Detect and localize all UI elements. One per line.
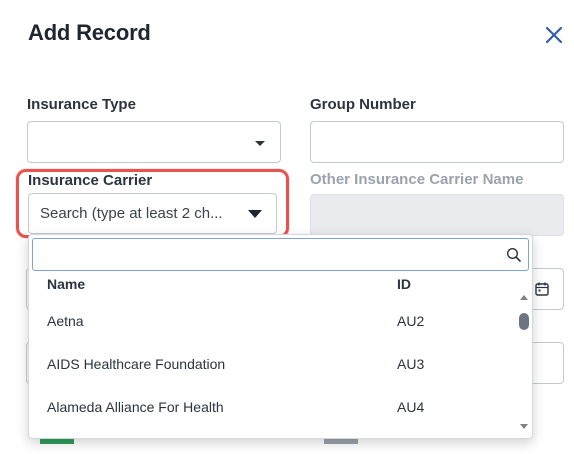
close-button[interactable] [541, 22, 567, 48]
dropdown-search-input[interactable] [32, 238, 529, 271]
insurance-type-select[interactable] [27, 121, 281, 163]
item-name: Aetna [47, 313, 84, 329]
list-item[interactable]: Aetna AU2 [29, 301, 516, 344]
other-carrier-input [310, 194, 564, 236]
group-number-label: Group Number [310, 96, 416, 113]
group-number-input[interactable] [310, 121, 564, 163]
highlight-annotation [16, 169, 289, 238]
search-icon [506, 247, 521, 262]
item-id: AU4 [397, 399, 425, 415]
item-id: AU3 [397, 356, 425, 372]
scroll-thumb[interactable] [519, 313, 529, 330]
insurance-type-label: Insurance Type [27, 96, 136, 113]
calendar-icon [535, 282, 549, 296]
column-header-name: Name [47, 276, 86, 292]
item-name: AIDS Healthcare Foundation [47, 356, 226, 372]
list-item[interactable]: Alameda Alliance For Health AU4 [29, 387, 516, 430]
column-header-id: ID [397, 276, 411, 292]
close-icon [545, 26, 563, 44]
carrier-dropdown: Name ID Aetna AU2 AIDS Healthcare Founda… [28, 234, 533, 439]
list-item[interactable]: AIDS Healthcare Foundation AU3 [29, 344, 516, 387]
scroll-down-icon[interactable] [520, 424, 528, 429]
item-id: AU2 [397, 313, 425, 329]
scroll-up-icon[interactable] [520, 295, 528, 300]
chevron-down-icon [255, 141, 265, 146]
item-name: Alameda Alliance For Health [47, 399, 224, 415]
dialog-title: Add Record [28, 20, 151, 45]
other-carrier-label: Other Insurance Carrier Name [310, 171, 524, 188]
dropdown-scrollbar[interactable] [518, 291, 530, 433]
